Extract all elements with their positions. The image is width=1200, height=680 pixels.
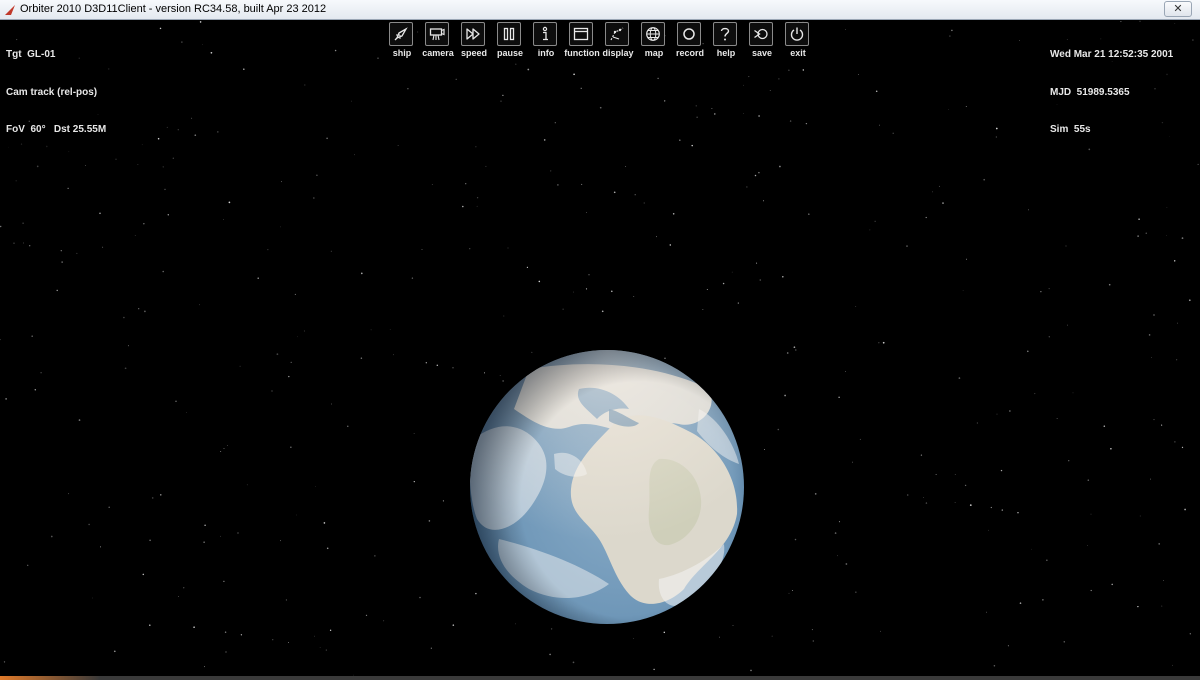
globe-icon (646, 27, 660, 41)
hud-target-line: Tgt GL-01 (6, 49, 56, 60)
camera-icon (429, 28, 445, 41)
power-icon (790, 27, 804, 41)
earth-planet (470, 350, 744, 624)
simulation-viewport[interactable]: Tgt GL-01 Cam track (rel-pos) FoV 60° Ds… (0, 20, 1200, 676)
bottom-frame (0, 676, 1200, 680)
window-titlebar[interactable]: Orbiter 2010 D3D11Client - version RC34.… (0, 0, 1200, 20)
exit-button-label: exit (790, 48, 806, 58)
save-icon (754, 28, 768, 40)
hud-date-line: Wed Mar 21 12:52:35 2001 (1050, 49, 1174, 60)
window-icon (573, 27, 589, 41)
record-icon (683, 28, 695, 40)
hud-fov-distance-line: FoV 60° Dst 25.55M (6, 124, 107, 135)
target-info-panel: Tgt GL-01 Cam track (rel-pos) FoV 60° Ds… (0, 22, 152, 164)
hud-mjd-line: MJD 51989.5365 (1050, 86, 1130, 98)
main-toolbar: ship camera speed pause info function di… (384, 20, 816, 62)
pause-icon (503, 27, 515, 41)
orbiter-app-icon (5, 5, 15, 15)
close-icon: ✕ (1173, 3, 1183, 15)
rocket-icon (394, 27, 408, 41)
help-icon (720, 27, 730, 41)
time-info-panel: Wed Mar 21 12:52:35 2001 MJD 51989.5365 … (1044, 22, 1200, 164)
fast-forward-icon (466, 28, 480, 40)
display-icon (610, 27, 624, 41)
exit-button[interactable]: exit (780, 22, 816, 60)
info-icon (542, 26, 548, 41)
hud-camera-mode-line: Cam track (rel-pos) (6, 86, 98, 98)
window-title: Orbiter 2010 D3D11Client - version RC34.… (20, 3, 327, 15)
close-button[interactable]: ✕ (1164, 1, 1192, 17)
hud-sim-time-line: Sim 55s (1050, 124, 1091, 135)
